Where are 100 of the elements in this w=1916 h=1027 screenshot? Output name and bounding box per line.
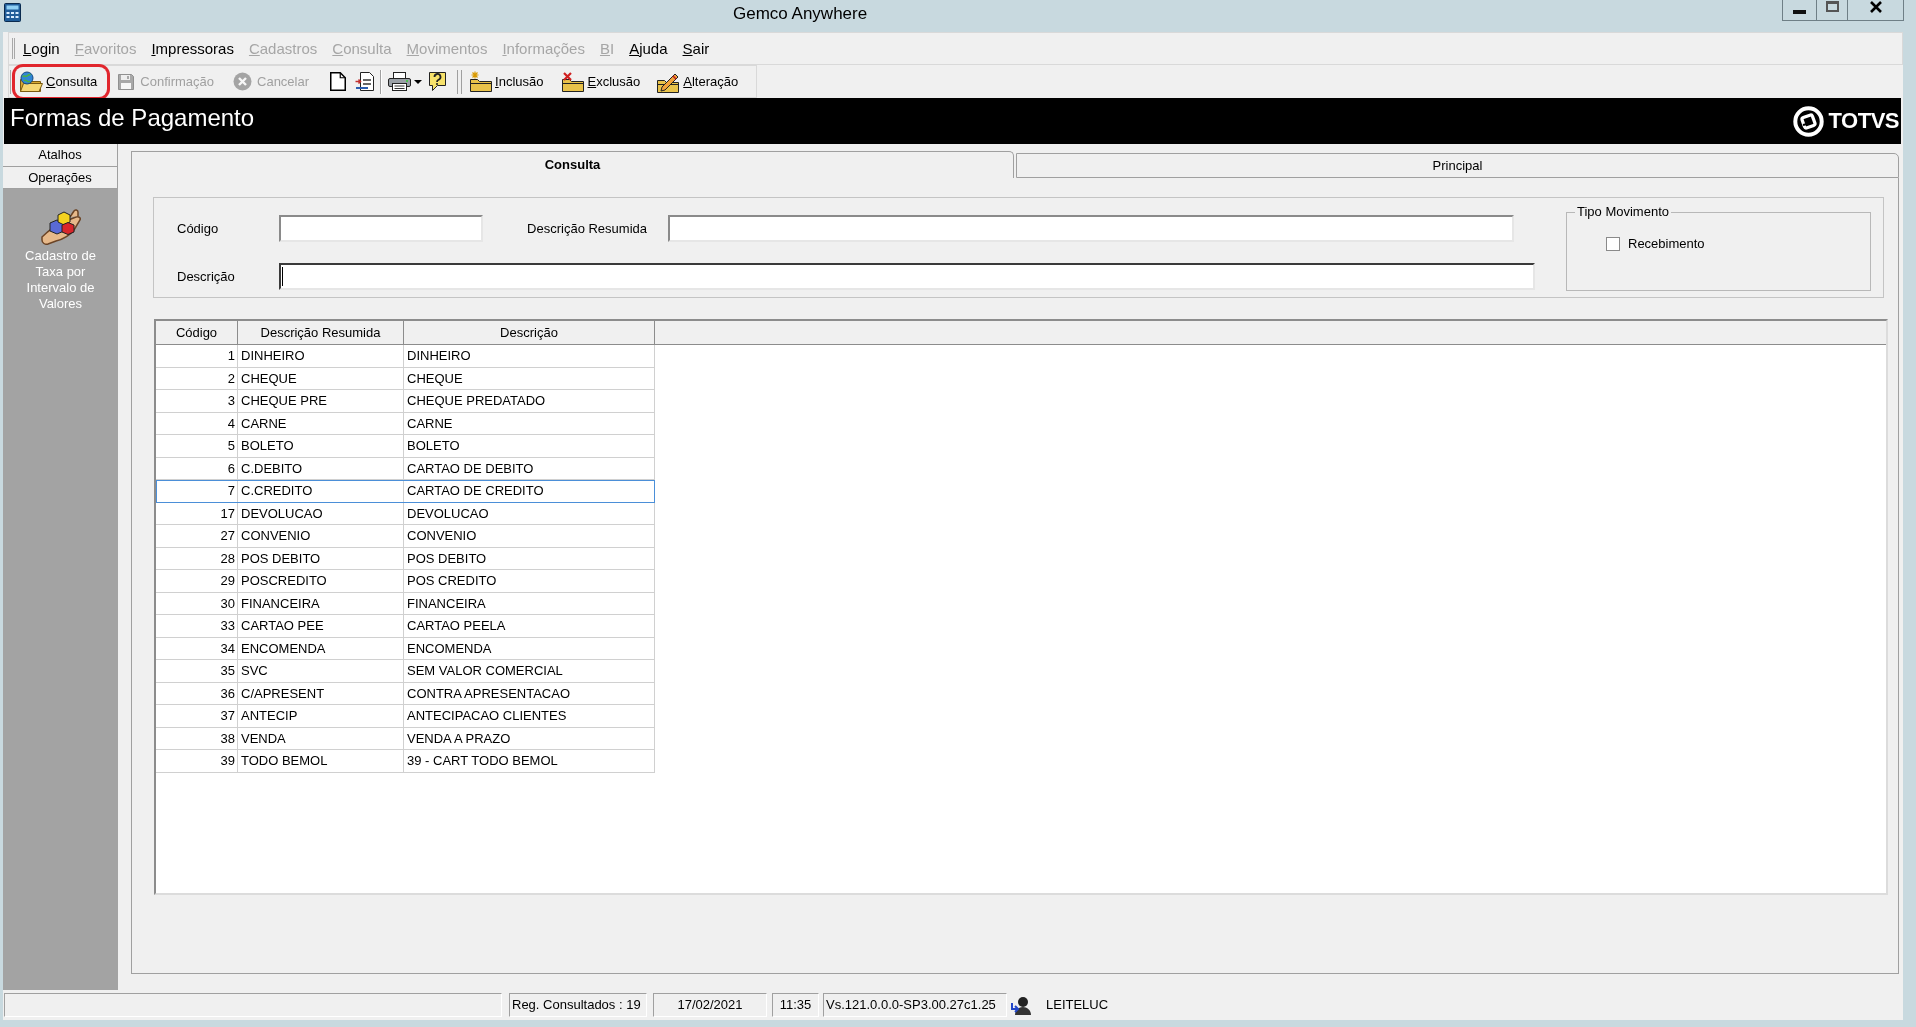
page-arrows-icon (355, 72, 376, 91)
table-cell: 35 (156, 660, 238, 683)
status-panel: 17/02/2021 (653, 993, 767, 1017)
column-header[interactable]: Descrição (404, 321, 655, 344)
table-cell: 27 (156, 525, 238, 548)
maximize-button[interactable] (1816, 0, 1847, 21)
menu-item[interactable]: Ajuda (629, 38, 668, 59)
table-cell: POSCREDITO (238, 570, 404, 593)
table-row[interactable]: 34 ENCOMENDA ENCOMENDA (156, 637, 655, 660)
minimize-button[interactable] (1782, 0, 1816, 21)
field-label: Descrição Resumida (526, 219, 648, 238)
window-title: Gemco Anywhere (733, 3, 868, 25)
table-row[interactable]: 38 VENDA VENDA A PRAZO (156, 727, 655, 750)
table-row[interactable]: 5 BOLETO BOLETO (156, 435, 655, 458)
menu-item[interactable]: Login (23, 38, 60, 59)
table-row[interactable]: 36 C/APRESENT CONTRA APRESENTACAO (156, 682, 655, 705)
globe-folder-icon (19, 70, 43, 93)
page-title: Formas de Pagamento (10, 103, 255, 133)
table-row[interactable]: 2 CHEQUE CHEQUE (156, 367, 655, 390)
menu-item[interactable]: Sair (682, 38, 710, 59)
app-icon (4, 3, 21, 22)
table-row[interactable]: 4 CARNE CARNE (156, 412, 655, 435)
folder-sparkle-icon (470, 71, 493, 92)
table-cell: DINHEIRO (238, 345, 404, 368)
table-cell: 37 (156, 705, 238, 728)
table-cell: 39 - CART TODO BEMOL (404, 750, 655, 773)
input-field[interactable] (668, 215, 1514, 242)
toolbar-button[interactable]: Inclusão (467, 66, 550, 97)
column-header[interactable]: Descrição Resumida (238, 321, 404, 344)
table-row[interactable]: 39 TODO BEMOL 39 - CART TODO BEMOL (156, 750, 655, 773)
table-cell: 39 (156, 750, 238, 773)
table-cell: SEM VALOR COMERCIAL (404, 660, 655, 683)
field-label: Descrição (177, 267, 236, 286)
grip-handle[interactable] (12, 38, 15, 59)
folder-x-icon (562, 71, 585, 92)
table-cell: 1 (156, 345, 238, 368)
table-cell: CHEQUE PREDATADO (404, 390, 655, 413)
table-row[interactable]: 33 CARTAO PEE CARTAO PEELA (156, 615, 655, 638)
toolbar-button[interactable]: Exclusão (558, 66, 647, 97)
input-field[interactable] (279, 263, 1535, 290)
grip-handle[interactable] (10, 69, 14, 94)
table-row[interactable]: 6 C.DEBITO CARTAO DE DEBITO (156, 457, 655, 480)
table-row[interactable]: 29 POSCREDITO POS CREDITO (156, 570, 655, 593)
table-cell: POS CREDITO (404, 570, 655, 593)
table-cell: BOLETO (404, 435, 655, 458)
table-row[interactable]: 30 FINANCEIRA FINANCEIRA (156, 592, 655, 615)
table-cell: BOLETO (238, 435, 404, 458)
sidebar-button[interactable]: Operações (3, 167, 118, 189)
status-panel: 11:35 (772, 993, 819, 1017)
toolbar-button[interactable]: Alteração (653, 66, 745, 97)
table-cell: C.CREDITO (238, 480, 404, 503)
table-row[interactable]: 27 CONVENIO CONVENIO (156, 525, 655, 548)
table-row[interactable]: 1 DINHEIRO DINHEIRO (156, 345, 655, 368)
logo-text: TOTVS (1828, 107, 1899, 135)
status-panel: Reg. Consultados : 19 (509, 993, 647, 1017)
question-bubble-icon (427, 71, 449, 92)
table-cell: CONVENIO (404, 525, 655, 548)
blank-page-icon (330, 72, 347, 91)
table-cell: CARTAO PEE (238, 615, 404, 638)
user-icon (1011, 995, 1031, 1015)
table-cell: ANTECIP (238, 705, 404, 728)
table-cell: TODO BEMOL (238, 750, 404, 773)
table-cell: CARTAO PEELA (404, 615, 655, 638)
sidebar-button[interactable]: Atalhos (3, 144, 118, 167)
group-title: Tipo Movimento (1576, 204, 1670, 220)
table-row[interactable]: 35 SVC SEM VALOR COMERCIAL (156, 660, 655, 683)
close-icon (1869, 1, 1882, 13)
table-cell: SVC (238, 660, 404, 683)
circle-x-icon (233, 72, 252, 91)
printer-icon (388, 72, 412, 91)
hand-cubes-icon (39, 207, 82, 245)
table-row[interactable]: 28 POS DEBITO POS DEBITO (156, 547, 655, 570)
status-user: LEITELUC (1046, 996, 1109, 1014)
table-cell: CONVENIO (238, 525, 404, 548)
table-row[interactable]: 7 C.CREDITO CARTAO DE CREDITO (156, 480, 655, 503)
tab[interactable]: Principal (1016, 153, 1899, 178)
table-cell: 5 (156, 435, 238, 458)
maximize-icon (1825, 1, 1839, 12)
minimize-icon (1793, 10, 1806, 14)
table-cell: 7 (156, 480, 238, 503)
toolbar-button[interactable]: Consulta (15, 66, 108, 97)
table-row[interactable]: 37 ANTECIP ANTECIPACAO CLIENTES (156, 705, 655, 728)
table-cell: 33 (156, 615, 238, 638)
status-panel: Vs.121.0.0.0-SP3.00.27c1.25 (823, 993, 1007, 1017)
close-button[interactable] (1847, 0, 1904, 21)
table-row[interactable]: 17 DEVOLUCAO DEVOLUCAO (156, 502, 655, 525)
table-row[interactable]: 3 CHEQUE PRE CHEQUE PREDATADO (156, 390, 655, 413)
text-cursor (282, 267, 283, 286)
table-cell: ANTECIPACAO CLIENTES (404, 705, 655, 728)
ring-logo-icon (1792, 105, 1824, 137)
input-field[interactable] (279, 215, 483, 242)
menu-item[interactable]: Impressoras (151, 38, 234, 59)
tab[interactable]: Consulta (131, 151, 1014, 178)
table-cell: 3 (156, 390, 238, 413)
table-cell: CARTAO DE CREDITO (404, 480, 655, 503)
checkbox[interactable] (1606, 237, 1620, 251)
column-header[interactable]: Código (156, 321, 238, 344)
field-label: Código (177, 219, 220, 238)
table-cell: DINHEIRO (404, 345, 655, 368)
checkbox-label[interactable]: Recebimento (1628, 235, 1705, 253)
